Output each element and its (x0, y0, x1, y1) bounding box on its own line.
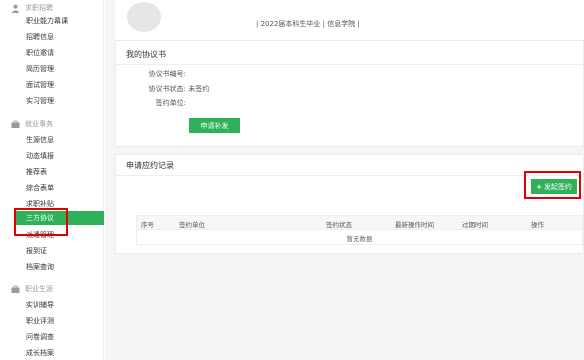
sidebar-item-growth[interactable]: 成长档案 (26, 346, 54, 360)
sidebar-group-label: 求职招聘 (25, 4, 53, 12)
column-header: 操作 (531, 221, 544, 229)
sidebar-item-resume[interactable]: 简历管理 (26, 62, 54, 76)
agreement-card: 我的协议书 协议书编号: 协议书状态: 未签约 签约单位: 申请补发 (115, 40, 584, 147)
sidebar-group-label: 就业事务 (25, 120, 53, 128)
agreement-status-label: 协议书状态: (148, 85, 186, 93)
column-header: 签约状态 (326, 221, 352, 229)
empty-state: 暂无数据 (346, 235, 373, 243)
table-header: 序号 签约单位 签约状态 最新操作时间 过期时间 操作 (137, 216, 582, 230)
sidebar-item-recruitment[interactable]: 招聘信息 (26, 30, 54, 44)
agreement-number-field: 协议书编号: (138, 69, 186, 79)
sidebar-item-training[interactable]: 实训辅导 (26, 298, 54, 312)
sidebar-item-ability-course[interactable]: 职业能力幕课 (26, 14, 68, 28)
column-header: 签约单位 (179, 221, 205, 229)
agreement-number-label: 协议书编号: (148, 70, 186, 78)
sidebar-item-recommendation[interactable]: 推荐表 (26, 165, 47, 179)
briefcase-icon (11, 120, 20, 129)
highlight-box (524, 171, 581, 199)
sidebar-group-career[interactable]: 职业生涯 (0, 281, 53, 297)
highlight-box (14, 208, 68, 236)
student-info: | 2022届本科生毕业 | 信息学院 | (256, 20, 360, 28)
records-title: 申请应约记录 (126, 161, 174, 170)
sidebar-item-forms[interactable]: 综合表单 (26, 181, 54, 195)
records-table: 序号 签约单位 签约状态 最新操作时间 过期时间 操作 暂无数据 (136, 215, 583, 245)
sidebar-item-invitations[interactable]: 职位邀请 (26, 46, 54, 60)
sidebar-item-archive[interactable]: 档案查询 (26, 260, 54, 274)
sidebar-item-internship[interactable]: 实习管理 (26, 94, 54, 108)
sidebar-group-employment[interactable]: 就业事务 (0, 116, 53, 132)
sidebar-item-interview[interactable]: 面试管理 (26, 78, 54, 92)
agreement-status-value: 未签约 (188, 85, 210, 93)
profile-header: | 2022届本科生毕业 | 信息学院 | (115, 0, 584, 40)
divider (116, 64, 583, 65)
column-header: 最新操作时间 (395, 221, 434, 229)
column-header: 过期时间 (462, 221, 488, 229)
agreement-title: 我的协议书 (126, 50, 166, 59)
signing-unit-label: 签约单位: (155, 99, 186, 107)
main-content: | 2022届本科生毕业 | 信息学院 | 我的协议书 协议书编号: 协议书状态… (105, 0, 584, 360)
records-card: 申请应约记录 + 发起签约 序号 签约单位 签约状态 最新操作时间 过期时间 操… (115, 154, 584, 254)
column-header: 序号 (141, 221, 154, 229)
sidebar-group-label: 职业生涯 (25, 285, 53, 293)
avatar (127, 2, 161, 32)
divider (116, 175, 583, 176)
sidebar-item-assessment[interactable]: 职业评测 (26, 314, 54, 328)
agreement-status-field: 协议书状态: 未签约 (138, 84, 210, 94)
sidebar-item-report-card[interactable]: 报到证 (26, 244, 47, 258)
sidebar-item-dynamic-report[interactable]: 动态填报 (26, 149, 54, 163)
briefcase-icon (11, 285, 20, 294)
sidebar-item-survey[interactable]: 问卷调查 (26, 330, 54, 344)
sidebar: 求职招聘 职业能力幕课 招聘信息 职位邀请 简历管理 面试管理 实习管理 就业事… (0, 0, 104, 360)
person-icon (11, 4, 20, 13)
sidebar-item-student-info[interactable]: 生源信息 (26, 133, 54, 147)
apply-reissue-button[interactable]: 申请补发 (189, 118, 240, 133)
signing-unit-field: 签约单位: (138, 98, 186, 108)
